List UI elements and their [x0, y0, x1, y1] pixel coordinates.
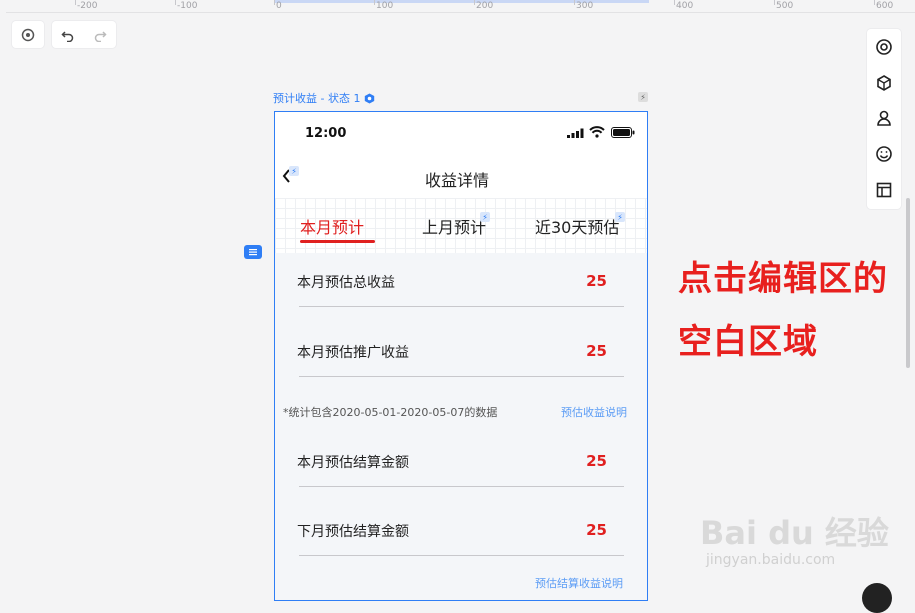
frame-label[interactable]: 预计收益 - 状态 1: [273, 90, 375, 106]
help-button[interactable]: [862, 583, 892, 613]
stats-note: *统计包含2020-05-01-2020-05-07的数据: [283, 406, 498, 419]
battery-icon: [611, 127, 635, 138]
redo-button[interactable]: [84, 21, 116, 48]
frame-label-text: 预计收益 - 状态 1: [273, 92, 361, 105]
phone-frame[interactable]: 12:00 ⚡ 收益详情 本月预计 上月预计 ⚡ 近30天预估 ⚡ 本月预估总收…: [274, 111, 648, 601]
right-tool-panel: [867, 29, 901, 209]
ruler-label: 400: [676, 1, 694, 11]
status-bar: 12:00: [275, 112, 647, 154]
list-icon: [249, 249, 257, 256]
nav-bar: ⚡ 收益详情: [275, 154, 647, 198]
row-divider: [299, 305, 624, 307]
active-tab-indicator: [300, 240, 375, 243]
baidu-watermark-url: jingyan.baidu.com: [706, 552, 836, 568]
component-icon: [365, 93, 375, 103]
tab-this-month[interactable]: 本月预计: [300, 214, 364, 238]
wifi-icon: [589, 126, 605, 138]
row-value: 25: [586, 452, 607, 470]
ruler-label: 500: [776, 1, 794, 11]
row-label: 本月预估结算金额: [297, 455, 409, 471]
ruler-label: 0: [276, 1, 282, 11]
target-icon[interactable]: [875, 38, 893, 56]
history-group: [52, 21, 116, 48]
row-divider: [299, 485, 624, 487]
interaction-icon: ⚡: [615, 212, 625, 222]
settlement-income-link[interactable]: 预估结算收益说明: [535, 575, 623, 591]
interaction-icon[interactable]: ⚡: [638, 92, 648, 102]
undo-icon: [61, 30, 74, 42]
row-value: 25: [586, 521, 607, 539]
page-title: 收益详情: [425, 171, 490, 190]
comment-tag[interactable]: [244, 245, 262, 259]
ruler-label: -200: [77, 1, 98, 11]
cube-icon[interactable]: [875, 74, 893, 92]
target-icon: [21, 28, 35, 41]
ruler-label: 300: [576, 1, 594, 11]
row-value: 25: [586, 272, 607, 290]
baidu-watermark: Bai du 经验: [700, 514, 889, 552]
annotation-line-2: 空白区域: [678, 322, 818, 362]
row-divider: [299, 554, 624, 556]
user-icon[interactable]: [875, 109, 893, 127]
row-value: 25: [586, 342, 607, 360]
ruler-label: 100: [376, 1, 394, 11]
row-label: 本月预估总收益: [297, 275, 395, 291]
ruler-label: 600: [876, 1, 894, 11]
ruler-label: -100: [177, 1, 198, 11]
target-button[interactable]: [12, 21, 44, 48]
left-ruler: 0 100 200 300 400: [0, 12, 6, 593]
tab-last-30-days[interactable]: 近30天预估: [535, 214, 619, 238]
undo-button[interactable]: [52, 21, 84, 48]
interaction-icon: ⚡: [289, 166, 299, 176]
layout-icon[interactable]: [875, 181, 893, 199]
emoji-icon[interactable]: [875, 145, 893, 163]
redo-icon: [94, 30, 107, 42]
row-label: 本月预估推广收益: [297, 345, 409, 361]
tab-bar: 本月预计 上月预计 ⚡ 近30天预估 ⚡: [275, 198, 647, 253]
estimate-income-link[interactable]: 预估收益说明: [561, 404, 627, 420]
row-divider: [299, 375, 624, 377]
row-label: 下月预估结算金额: [297, 524, 409, 540]
scrollbar[interactable]: [906, 198, 910, 368]
ruler-label: 200: [476, 1, 494, 11]
top-ruler: -200 -100 0 100 200 300 400 500 600: [0, 0, 915, 13]
tab-last-month[interactable]: 上月预计: [422, 214, 486, 238]
signal-icon: [567, 128, 584, 138]
status-time: 12:00: [305, 126, 347, 141]
annotation-line-1: 点击编辑区的: [678, 259, 888, 299]
interaction-icon: ⚡: [480, 212, 490, 222]
